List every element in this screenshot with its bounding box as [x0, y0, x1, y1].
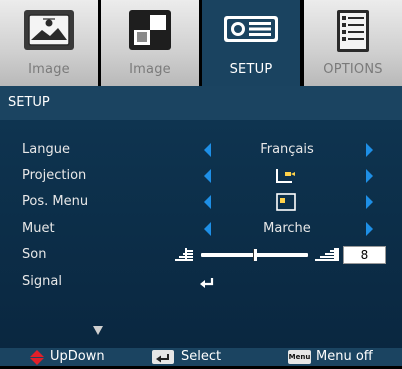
footer-help: UpDown Select Menu Menu off	[0, 348, 402, 366]
row-label: Langue	[22, 142, 70, 157]
enter-icon	[199, 275, 215, 294]
row-label: Pos. Menu	[22, 194, 89, 209]
select-label: Select	[181, 349, 222, 364]
row-langue[interactable]: Langue Français	[0, 140, 402, 160]
tab-setup[interactable]: SETUP	[202, 0, 300, 86]
left-arrow-icon[interactable]	[204, 143, 211, 157]
row-label: Son	[22, 247, 47, 262]
mute-value: Marche	[263, 221, 311, 236]
volume-low-icon	[174, 247, 194, 267]
row-label: Muet	[22, 221, 55, 236]
tab-options[interactable]: OPTIONS	[304, 0, 402, 86]
right-arrow-icon[interactable]	[366, 222, 373, 236]
row-projection[interactable]: Projection	[0, 166, 402, 186]
image-icon	[22, 8, 76, 56]
right-arrow-icon[interactable]	[366, 143, 373, 157]
menu-key-icon: Menu	[288, 350, 311, 364]
row-pos-menu[interactable]: Pos. Menu	[0, 192, 402, 212]
tab-bar: Image Image SETUP OPTIONS	[0, 0, 402, 86]
menu-position-icon	[276, 193, 296, 215]
options-list-icon	[333, 8, 373, 58]
advanced-image-icon	[123, 8, 177, 56]
updown-icon	[30, 350, 44, 369]
tab-label: SETUP	[229, 62, 273, 77]
row-son[interactable]: Son 8	[0, 245, 402, 265]
menu-off-label: Menu off	[316, 349, 373, 364]
section-title: SETUP	[8, 95, 50, 110]
left-arrow-icon[interactable]	[204, 195, 211, 209]
tab-image-advanced[interactable]: Image	[101, 0, 199, 86]
projection-mode-icon	[274, 167, 296, 189]
volume-slider-thumb[interactable]	[252, 249, 257, 261]
right-arrow-icon[interactable]	[366, 195, 373, 209]
tab-label: OPTIONS	[323, 62, 383, 77]
volume-value: 8	[343, 246, 386, 264]
scroll-down-icon[interactable]	[93, 326, 103, 335]
projector-osd: Image Image SETUP OPTIONS SETUP Langue F…	[0, 0, 402, 366]
left-arrow-icon[interactable]	[204, 222, 211, 236]
language-value: Français	[260, 142, 314, 157]
row-muet[interactable]: Muet Marche	[0, 219, 402, 239]
tab-image[interactable]: Image	[0, 0, 98, 86]
row-label: Projection	[22, 168, 87, 183]
tab-label: Image	[129, 62, 171, 77]
enter-key-icon	[152, 350, 174, 364]
section-header: SETUP	[0, 86, 402, 120]
row-label: Signal	[22, 274, 62, 289]
volume-high-icon	[314, 247, 340, 267]
left-arrow-icon[interactable]	[204, 169, 211, 183]
tab-label: Image	[28, 62, 70, 77]
right-arrow-icon[interactable]	[366, 169, 373, 183]
projector-setup-icon	[222, 8, 280, 52]
updown-label: UpDown	[50, 349, 105, 364]
row-signal[interactable]: Signal	[0, 272, 402, 292]
